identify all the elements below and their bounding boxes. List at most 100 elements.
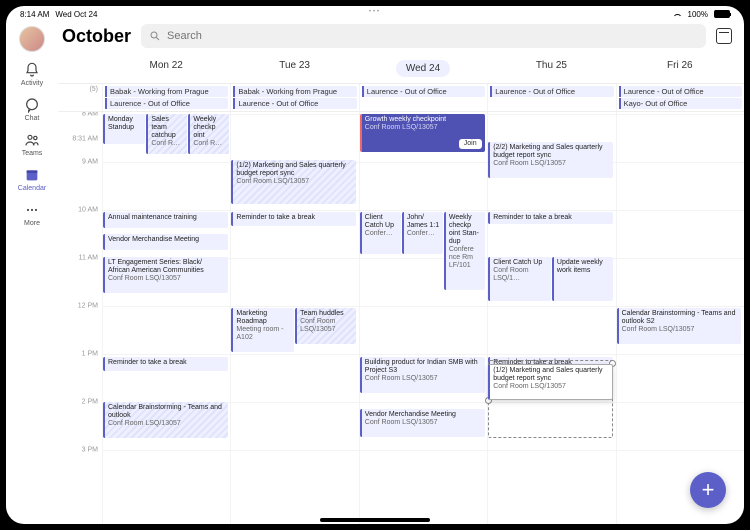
day-col-fri[interactable]: Fri 26 — [616, 54, 744, 83]
day-col-mon[interactable]: Mon 22 — [102, 54, 230, 83]
calendar-event[interactable]: Marketing RoadmapMeeting room - A102 — [231, 308, 293, 352]
event-title: Reminder to take a break — [108, 359, 225, 367]
more-icon — [24, 202, 40, 218]
chat-icon — [24, 97, 40, 113]
event-location: Conf R… — [151, 140, 184, 148]
event-location: Conf Room LSQ/13057 — [365, 375, 482, 383]
nav-label: Calendar — [18, 185, 46, 192]
event-title: Annual maintenance training — [108, 214, 225, 222]
search-input[interactable] — [167, 30, 698, 42]
nav-label: Chat — [25, 115, 40, 122]
event-location: Conf Room LSQ/13057 — [493, 383, 609, 391]
calendar-event[interactable]: Annual maintenance training — [103, 212, 228, 228]
event-location: Confer… — [365, 230, 398, 238]
day-col-wed[interactable]: Wed 24 — [359, 54, 487, 83]
allday-event[interactable]: Laurence - Out of Office — [362, 86, 485, 97]
search-box[interactable] — [141, 24, 706, 48]
event-location: Conf Room LSQ/13057 — [108, 420, 225, 428]
calendar-event[interactable]: LT Engagement Series: Black/ African Ame… — [103, 257, 228, 293]
page-title: October — [62, 26, 131, 47]
calendar-event[interactable]: Calendar Brainstorming - Teams and outlo… — [103, 402, 228, 438]
calendar-event[interactable]: (1/2) Marketing and Sales quarterly budg… — [231, 160, 356, 204]
calendar-event[interactable]: Reminder to take a break — [103, 357, 228, 371]
day-col-tue[interactable]: Tue 23 — [230, 54, 358, 83]
calendar-event[interactable]: Vendor Merchandise MeetingConf Room LSQ/… — [360, 409, 485, 437]
nav-activity[interactable]: Activity — [21, 62, 43, 87]
event-title: Monday Standup — [108, 116, 142, 132]
avatar[interactable] — [19, 26, 45, 52]
plus-icon: + — [702, 477, 715, 503]
bell-icon — [24, 62, 40, 78]
calendar-event[interactable]: (1/2) Marketing and Sales quarterly budg… — [488, 364, 613, 400]
hour-label: 12 PM — [78, 303, 98, 310]
calendar-event[interactable]: Client Catch UpConf Room LSQ/1… — [488, 257, 550, 301]
event-title: John/ James 1:1 — [407, 214, 440, 230]
event-title: Weekly checkp oint Stan- dup — [449, 214, 482, 246]
allday-count: (5) — [58, 84, 102, 111]
calendar-view-icon[interactable] — [716, 28, 732, 44]
allday-event[interactable]: Kayo- Out of Office — [619, 98, 742, 109]
event-location: Confer… — [407, 230, 440, 238]
event-title: Sales team catchup — [151, 116, 184, 140]
event-location: Conf Room LSQ/13057 — [365, 419, 482, 427]
status-time: 8:14 AM — [20, 10, 49, 19]
event-title: Calendar Brainstorming - Teams and outlo… — [108, 404, 225, 420]
nav-chat[interactable]: Chat — [24, 97, 40, 122]
event-location: Conf Room LSQ/1… — [493, 267, 547, 283]
calendar-event[interactable]: Reminder to take a break — [488, 212, 613, 224]
day-col-thu[interactable]: Thu 25 — [487, 54, 615, 83]
event-title: Calendar Brainstorming - Teams and outlo… — [622, 310, 739, 326]
calendar-event[interactable]: John/ James 1:1Confer… — [402, 212, 443, 254]
nav-teams[interactable]: Teams — [22, 132, 43, 157]
battery-icon — [714, 10, 730, 18]
search-icon — [149, 30, 161, 42]
event-title: Reminder to take a break — [236, 214, 353, 222]
join-button[interactable]: Join — [459, 139, 482, 149]
home-indicator[interactable] — [320, 518, 430, 522]
nav-label: Activity — [21, 80, 43, 87]
status-date: Wed Oct 24 — [55, 10, 97, 19]
nav-calendar[interactable]: Calendar — [18, 167, 46, 192]
calendar-event[interactable]: Monday Standup — [103, 114, 145, 144]
calendar-event[interactable]: Weekly checkp ointConf R… — [188, 114, 229, 154]
calendar-event[interactable]: Growth weekly checkpointConf Room LSQ/13… — [360, 114, 485, 152]
allday-event[interactable]: Laurence - Out of Office — [105, 98, 228, 109]
event-title: Update weekly work items — [557, 259, 610, 275]
header: October — [58, 20, 744, 54]
wifi-icon — [672, 10, 682, 18]
event-location: Conf Room LSQ/13057 — [365, 124, 482, 132]
allday-event[interactable]: Babak - Working from Prague — [105, 86, 228, 97]
calendar-event[interactable]: Team huddlesConf Room LSQ/13057 — [295, 308, 356, 344]
calendar-event[interactable]: Calendar Brainstorming - Teams and outlo… — [617, 308, 742, 344]
event-title: Reminder to take a break — [493, 214, 610, 222]
hour-label: 2 PM — [82, 399, 98, 406]
nav-label: Teams — [22, 150, 43, 157]
calendar-event[interactable]: Building product for Indian SMB with Pro… — [360, 357, 485, 393]
allday-event[interactable]: Laurence - Out of Office — [233, 98, 356, 109]
event-title: (1/2) Marketing and Sales quarterly budg… — [236, 162, 353, 178]
new-event-fab[interactable]: + — [690, 472, 726, 508]
hour-label: 1 PM — [82, 351, 98, 358]
calendar-event[interactable]: Client Catch UpConfer… — [360, 212, 401, 254]
allday-event[interactable]: Babak - Working from Prague — [233, 86, 356, 97]
event-location: Conf Room LSQ/13057 — [622, 326, 739, 334]
hour-label: 9 AM — [82, 159, 98, 166]
event-title: Vendor Merchandise Meeting — [365, 411, 482, 419]
event-title: (1/2) Marketing and Sales quarterly budg… — [493, 367, 609, 383]
multitask-dots-icon[interactable]: ••• — [369, 9, 381, 15]
calendar-grid[interactable]: 8 AM8:31 AM9 AM10 AM11 AM12 PM1 PM2 PM3 … — [58, 112, 744, 524]
event-title: Building product for Indian SMB with Pro… — [365, 359, 482, 375]
nav-label: More — [24, 220, 40, 227]
calendar-event[interactable]: Reminder to take a break — [231, 212, 356, 226]
event-title: Client Catch Up — [493, 259, 547, 267]
calendar-event[interactable]: Weekly checkp oint Stan- dupConfere nce … — [444, 212, 485, 290]
allday-event[interactable]: Laurence - Out of Office — [490, 86, 613, 97]
calendar-event[interactable]: Sales team catchupConf R… — [146, 114, 187, 154]
event-location: Conf R… — [193, 140, 226, 148]
nav-more[interactable]: More — [24, 202, 40, 227]
calendar-event[interactable]: Update weekly work items — [552, 257, 613, 301]
calendar-event[interactable]: (2/2) Marketing and Sales quarterly budg… — [488, 142, 613, 178]
event-title: LT Engagement Series: Black/ African Ame… — [108, 259, 225, 275]
allday-event[interactable]: Laurence - Out of Office — [619, 86, 742, 97]
calendar-event[interactable]: Vendor Merchandise Meeting — [103, 234, 228, 250]
